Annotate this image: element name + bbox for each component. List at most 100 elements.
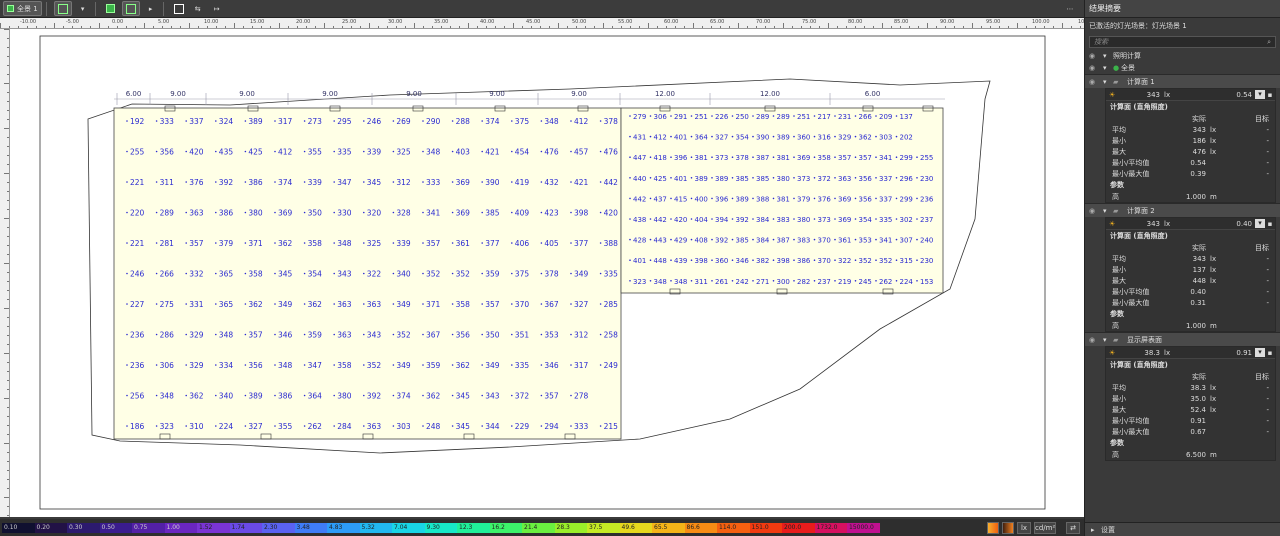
grid-point [451, 242, 454, 244]
illuminance-value: 286 [160, 331, 175, 340]
search-icon[interactable]: ⌕ [1267, 38, 1271, 47]
chevron-down-icon[interactable]: ▾ [1103, 52, 1113, 60]
dropdown-icon[interactable]: ▾ [1255, 90, 1265, 99]
legend-cell[interactable]: 86.6 [684, 522, 717, 533]
legend-cell[interactable]: 21.4 [522, 522, 555, 533]
menu-icon[interactable]: ▪ [1265, 220, 1275, 228]
gradient-swatch-light[interactable] [987, 521, 999, 534]
search-input[interactable]: 搜索 ⌕ [1089, 36, 1276, 48]
illuminance-value: 408 [695, 237, 708, 245]
eye-icon[interactable]: ◉ [1089, 336, 1103, 344]
chevron-down-icon[interactable]: ▾ [1103, 207, 1113, 215]
all-row[interactable]: ◉ ▾ ● 全景 [1085, 62, 1280, 74]
floor-plan[interactable]: 6.00 9.00 9.00 9.00 9.00 9.00 9.00 12.00 12.00 6.… [10, 29, 1084, 517]
legend-cell[interactable]: 4.83 [327, 522, 360, 533]
illuminance-value: 412 [278, 148, 293, 157]
pan-button[interactable]: ⇆ [190, 1, 206, 16]
surface-header[interactable]: ◉ ▾ ▰ 计算面 2 [1085, 203, 1280, 217]
illuminance-value: 363 [838, 175, 851, 183]
group-row[interactable]: ◉ ▾ 照明计算 [1085, 50, 1280, 62]
grid-point [854, 156, 857, 158]
active-scene: 已激活的灯光场景：灯光场景 1 [1089, 22, 1187, 30]
grid-point [834, 259, 836, 261]
legend-cell[interactable]: 15000.0 [847, 522, 880, 533]
dimension-label: 9.00 [322, 90, 338, 98]
toolbar-menu-button[interactable]: ⋯ [1062, 1, 1078, 16]
legend-cell[interactable]: 0.10 [2, 522, 35, 533]
drawing-canvas[interactable]: 6.00 9.00 9.00 9.00 9.00 9.00 9.00 12.00 12.00 6.… [10, 29, 1084, 517]
legend-cell[interactable]: 0.30 [67, 522, 100, 533]
legend-cell[interactable]: 0.20 [34, 522, 67, 533]
legend-cell[interactable]: 0.75 [132, 522, 165, 533]
legend-cell[interactable]: 200.0 [782, 522, 815, 533]
zoom-fit-button[interactable] [171, 1, 187, 16]
surface-header[interactable]: ◉ ▾ ▰ 计算面 1 [1085, 74, 1280, 88]
legend-cell[interactable]: 5.32 [359, 522, 392, 533]
surface-header[interactable]: ◉ ▾ ▰ 显示屏表面 [1085, 332, 1280, 346]
mode-dropdown[interactable]: ▸ [143, 1, 159, 16]
illuminance-value: 442 [633, 195, 646, 203]
illuminance-value: 299 [900, 195, 913, 203]
legend-cell[interactable]: 37.5 [587, 522, 620, 533]
ruler-tick-label: 55.00 [618, 19, 633, 25]
unit-luminance-button[interactable]: cd/m² [1034, 521, 1056, 534]
color-scale[interactable]: 0.10 0.20 0.30 0.50 0.75 1.00 1.52 1.74 2.30 3.48… [2, 522, 880, 533]
settings-bar[interactable]: ▸ 设置 [1085, 522, 1280, 536]
ruler-tick [7, 92, 9, 93]
swap-icon[interactable]: ⇄ [1066, 521, 1080, 534]
legend-cell[interactable]: 0.50 [99, 522, 132, 533]
legend-cell[interactable]: 49.6 [619, 522, 652, 533]
legend-cell[interactable]: 65.5 [652, 522, 685, 533]
menu-icon[interactable]: ▪ [1265, 349, 1275, 357]
measure-button[interactable]: ↦ [209, 1, 225, 16]
frame-mode-button[interactable] [53, 1, 72, 16]
legend-cell[interactable]: 12.3 [457, 522, 490, 533]
ruler-tick [9, 26, 10, 28]
view-selector[interactable]: 全景 1 [3, 1, 42, 16]
frame-dropdown[interactable]: ▾ [75, 1, 91, 16]
legend-cell[interactable]: 3.48 [294, 522, 327, 533]
gradient-swatch-dark[interactable] [1002, 521, 1014, 534]
eye-icon[interactable]: ◉ [1089, 207, 1103, 215]
illuminance-value: 438 [633, 216, 646, 224]
chevron-down-icon[interactable]: ▾ [1103, 336, 1113, 344]
legend-cell[interactable]: 9.30 [424, 522, 457, 533]
legend-cell[interactable]: 1.00 [164, 522, 197, 533]
dropdown-icon[interactable]: ▾ [1255, 348, 1265, 357]
grid-point [155, 242, 158, 244]
eye-icon[interactable]: ◉ [1089, 78, 1103, 86]
menu-icon[interactable]: ▪ [1265, 91, 1275, 99]
chevron-down-icon[interactable]: ▾ [1103, 78, 1113, 86]
grid-point [274, 181, 276, 183]
legend-cell[interactable]: 16.2 [489, 522, 522, 533]
legend-cell[interactable]: 2.30 [262, 522, 295, 533]
grid-point [772, 177, 775, 179]
ruler-tick [7, 272, 9, 273]
ruler-tick [585, 26, 586, 28]
legend-cell[interactable]: 1.52 [197, 522, 230, 533]
grid-point [793, 280, 795, 282]
grid-point [363, 333, 365, 336]
grid-point [570, 242, 572, 244]
illuminance-value: 291 [674, 113, 687, 121]
legend-cell[interactable]: 1.74 [229, 522, 262, 533]
grid-point [392, 120, 395, 122]
outline-mode-button[interactable] [121, 1, 140, 16]
illuminance-value: 372 [515, 392, 530, 401]
grid-point [875, 135, 877, 138]
legend-cell[interactable]: 7.04 [392, 522, 425, 533]
grid-point [392, 272, 395, 275]
legend-cell[interactable]: 1732.0 [814, 522, 847, 533]
fill-mode-button[interactable] [103, 1, 119, 16]
legend-cell[interactable]: 28.3 [554, 522, 587, 533]
illuminance-value: 242 [736, 278, 749, 286]
grid-point [854, 238, 857, 241]
legend-cell[interactable]: 114.0 [717, 522, 750, 533]
chevron-down-icon[interactable]: ▾ [1103, 64, 1113, 72]
grid-point [215, 394, 217, 397]
eye-icon[interactable]: ◉ [1089, 52, 1103, 60]
dropdown-icon[interactable]: ▾ [1255, 219, 1265, 228]
eye-icon[interactable]: ◉ [1089, 64, 1103, 72]
unit-lux-button[interactable]: lx [1017, 521, 1031, 534]
legend-cell[interactable]: 151.0 [749, 522, 782, 533]
